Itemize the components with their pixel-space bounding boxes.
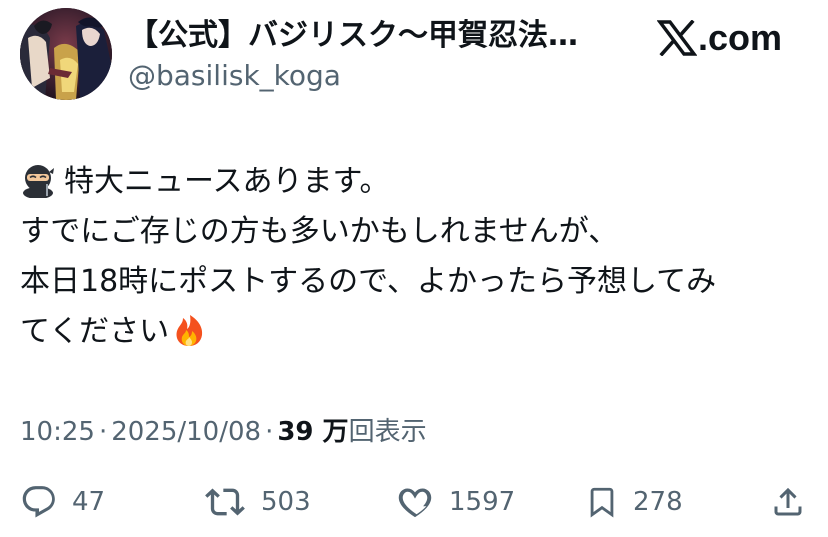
like-count: 1597 — [449, 487, 516, 517]
share-icon — [774, 487, 802, 516]
post-line: 特大ニュースあります。 — [20, 157, 810, 207]
avatar[interactable] — [20, 8, 112, 100]
post-line-text: 特大ニュースあります。 — [64, 164, 390, 199]
post-line-text: すでにご存じの方も多いかもしれませんが、 — [20, 214, 619, 249]
meta-separator: · — [265, 417, 274, 447]
bookmark-icon — [590, 487, 614, 518]
repost-button[interactable]: 503 — [203, 478, 311, 526]
post-date[interactable]: 2025/10/08 — [111, 417, 261, 447]
views-count: 39 万 — [277, 417, 349, 447]
repost-count: 503 — [261, 487, 311, 517]
action-bar: 47 503 1597 278 — [0, 478, 828, 526]
repost-icon — [205, 488, 245, 516]
meta-separator: · — [98, 417, 108, 447]
share-button[interactable] — [770, 478, 806, 526]
reply-icon — [22, 486, 55, 518]
like-button[interactable]: 1597 — [395, 478, 515, 526]
x-logo-icon — [656, 20, 697, 56]
reply-count: 47 — [72, 487, 106, 517]
post-line: すでにご存じの方も多いかもしれませんが、 — [20, 207, 810, 257]
post-line: 本日18時にポストするので、よかったら予想してみ — [20, 257, 810, 307]
author-display-name[interactable]: 【公式】バジリスク〜甲賀忍法… — [128, 16, 578, 56]
bookmark-button[interactable]: 278 — [585, 478, 683, 526]
brand-domain: .com — [697, 17, 782, 58]
post-meta: 10:25 · 2025/10/08 · 39 万回表示 — [20, 412, 427, 452]
author-handle[interactable]: @basilisk_koga — [128, 57, 341, 95]
x-com-logo: .com — [656, 16, 782, 60]
post-line-text: 本日18時にポストするので、よかったら予想してみ — [20, 264, 717, 299]
like-icon — [398, 488, 432, 518]
post-body: 特大ニュースあります。 すでにご存じの方も多いかもしれませんが、 本日18時にポ… — [20, 157, 810, 357]
post-line-text: てください — [20, 314, 170, 349]
post-line: てください — [20, 307, 810, 357]
fire-emoji-icon — [176, 315, 203, 346]
post-card: 【公式】バジリスク〜甲賀忍法… @basilisk_koga .com 特大ニュ… — [0, 0, 828, 537]
ninja-emoji-icon — [23, 165, 54, 198]
post-time[interactable]: 10:25 — [20, 417, 95, 447]
reply-button[interactable]: 47 — [20, 478, 105, 526]
views-label: 回表示 — [348, 417, 427, 447]
bookmark-count: 278 — [633, 487, 683, 517]
